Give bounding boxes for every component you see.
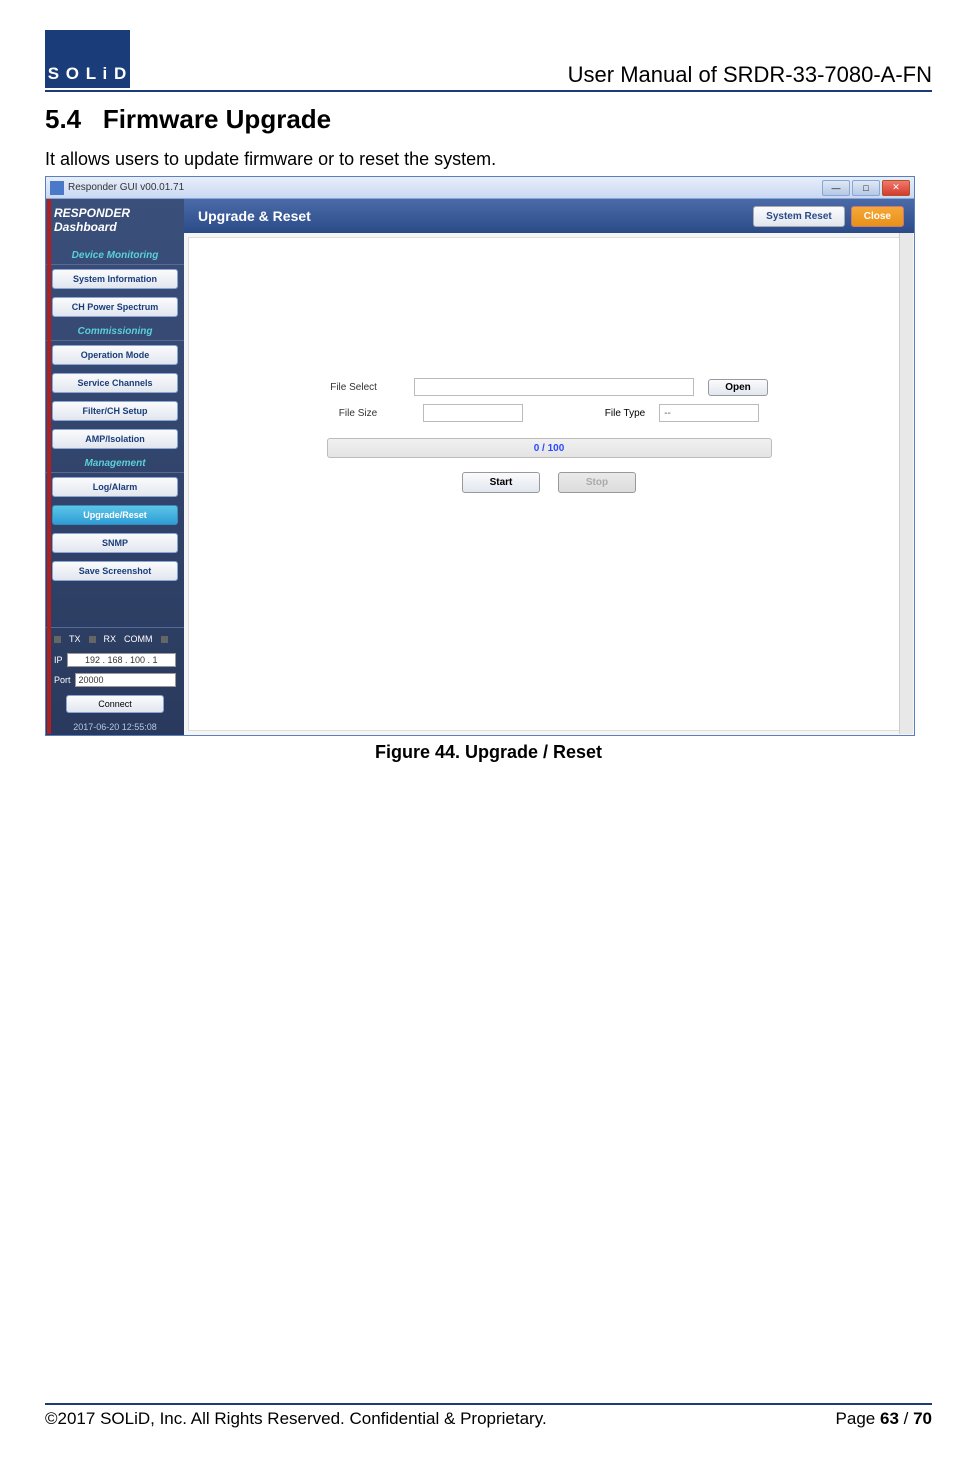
solid-logo: S O L i D: [45, 30, 130, 88]
sidebar-item-upgrade-reset[interactable]: Upgrade/Reset: [52, 505, 178, 525]
page-label: Page: [836, 1409, 880, 1428]
rx-label: RX: [104, 634, 117, 644]
main-panel: Upgrade & Reset System Reset Close File …: [184, 199, 914, 735]
file-type-input[interactable]: --: [659, 404, 759, 422]
file-select-input[interactable]: [414, 378, 694, 396]
scrollbar[interactable]: [899, 233, 913, 734]
file-size-input[interactable]: [423, 404, 523, 422]
sidebar-section-commissioning: Commissioning: [46, 321, 184, 341]
page-sep: /: [899, 1409, 913, 1428]
section-number: 5.4: [45, 104, 81, 134]
app-body: RESPONDER Dashboard Device Monitoring Sy…: [46, 199, 914, 735]
window-titlebar: Responder GUI v00.01.71 — □ ✕: [46, 177, 914, 199]
tx-led-icon: [54, 636, 61, 643]
maximize-button[interactable]: □: [852, 180, 880, 196]
sidebar-item-system-information[interactable]: System Information: [52, 269, 178, 289]
sidebar-section-monitoring: Device Monitoring: [46, 245, 184, 265]
file-size-label: File Size: [339, 408, 409, 419]
file-info-row: File Size File Type --: [339, 404, 759, 422]
tx-label: TX: [69, 634, 81, 644]
page-total: 70: [913, 1409, 932, 1428]
close-window-button[interactable]: ✕: [882, 180, 910, 196]
app-icon: [50, 181, 64, 195]
comm-label: COMM: [124, 634, 153, 644]
minimize-button[interactable]: —: [822, 180, 850, 196]
sidebar-title-line1: RESPONDER: [54, 206, 130, 220]
window-title: Responder GUI v00.01.71: [68, 182, 184, 193]
connect-button[interactable]: Connect: [66, 695, 164, 713]
panel-close-button[interactable]: Close: [851, 206, 904, 227]
main-title: Upgrade & Reset: [198, 208, 311, 224]
section-heading: 5.4 Firmware Upgrade: [45, 104, 932, 135]
figure-caption: Figure 44. Upgrade / Reset: [45, 742, 932, 763]
sidebar-title-line2: Dashboard: [54, 220, 117, 234]
file-select-row: File Select Open: [330, 378, 768, 396]
rx-led-icon: [89, 636, 96, 643]
header-buttons: System Reset Close: [753, 206, 904, 227]
action-row: Start Stop: [462, 472, 636, 493]
sidebar-status: TX RX COMM: [46, 627, 184, 650]
system-reset-button[interactable]: System Reset: [753, 206, 845, 227]
page-header: S O L i D User Manual of SRDR-33-7080-A-…: [45, 30, 932, 92]
sidebar-item-snmp[interactable]: SNMP: [52, 533, 178, 553]
page-number: Page 63 / 70: [836, 1409, 932, 1429]
progress-text: 0 / 100: [534, 443, 565, 454]
main-header: Upgrade & Reset System Reset Close: [184, 199, 914, 233]
sidebar-item-service-channels[interactable]: Service Channels: [52, 373, 178, 393]
section-description: It allows users to update firmware or to…: [45, 149, 932, 170]
progress-bar: 0 / 100: [327, 438, 772, 458]
timestamp-label: 2017-06-20 12:55:08: [46, 718, 184, 735]
port-input[interactable]: 20000: [75, 673, 176, 687]
comm-led-icon: [161, 636, 168, 643]
header-title: User Manual of SRDR-33-7080-A-FN: [568, 62, 932, 88]
sidebar-item-filter-ch-setup[interactable]: Filter/CH Setup: [52, 401, 178, 421]
sidebar-item-ch-power-spectrum[interactable]: CH Power Spectrum: [52, 297, 178, 317]
ip-row: IP 192 . 168 . 100 . 1: [46, 650, 184, 670]
port-label: Port: [54, 675, 71, 685]
ip-input[interactable]: 192 . 168 . 100 . 1: [67, 653, 176, 667]
window-buttons: — □ ✕: [822, 180, 910, 196]
page-current: 63: [880, 1409, 899, 1428]
file-type-label: File Type: [605, 408, 645, 419]
start-button[interactable]: Start: [462, 472, 540, 493]
ip-label: IP: [54, 655, 63, 665]
open-button[interactable]: Open: [708, 379, 768, 396]
copyright-text: ©2017 SOLiD, Inc. All Rights Reserved. C…: [45, 1409, 547, 1429]
stop-button[interactable]: Stop: [558, 472, 636, 493]
sidebar-item-log-alarm[interactable]: Log/Alarm: [52, 477, 178, 497]
sidebar-item-save-screenshot[interactable]: Save Screenshot: [52, 561, 178, 581]
file-select-label: File Select: [330, 382, 400, 393]
port-row: Port 20000: [46, 670, 184, 690]
sidebar-accent: [47, 199, 51, 734]
sidebar-title: RESPONDER Dashboard: [46, 199, 184, 245]
page-footer: ©2017 SOLiD, Inc. All Rights Reserved. C…: [45, 1403, 932, 1429]
app-screenshot: Responder GUI v00.01.71 — □ ✕ RESPONDER …: [45, 176, 915, 736]
sidebar-item-operation-mode[interactable]: Operation Mode: [52, 345, 178, 365]
section-title: Firmware Upgrade: [103, 104, 331, 134]
sidebar-section-management: Management: [46, 453, 184, 473]
content-area: File Select Open File Size File Type -- …: [188, 237, 910, 731]
sidebar: RESPONDER Dashboard Device Monitoring Sy…: [46, 199, 184, 735]
window-title-group: Responder GUI v00.01.71: [50, 181, 184, 195]
sidebar-item-amp-isolation[interactable]: AMP/Isolation: [52, 429, 178, 449]
